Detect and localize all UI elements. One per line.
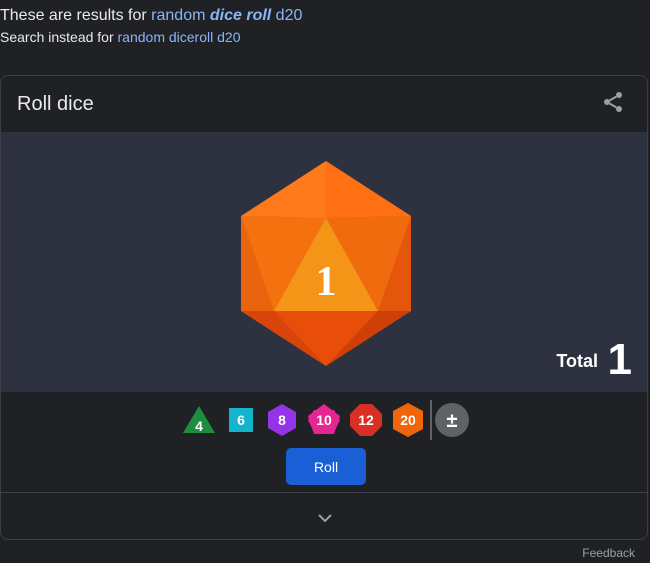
d4-button[interactable]: 4: [181, 402, 217, 438]
d6-button[interactable]: 6: [223, 402, 259, 438]
total-value: 1: [607, 335, 632, 384]
query-part-c: d20: [271, 7, 303, 24]
d20-label: 20: [400, 412, 416, 428]
showing-results-for: These are results for random dice roll d…: [0, 6, 302, 26]
dice-stage: 1 Total 1: [1, 132, 647, 392]
modifier-button[interactable]: ±: [434, 402, 470, 438]
corrected-query-link[interactable]: random dice roll d20: [151, 7, 302, 24]
total-label: Total: [556, 351, 598, 371]
dice-divider: [430, 400, 432, 440]
d8-label: 8: [278, 412, 286, 428]
share-icon[interactable]: [601, 90, 625, 114]
d20-face-value: 1: [316, 259, 337, 305]
query-part-b: dice roll: [209, 7, 272, 24]
d6-label: 6: [237, 412, 245, 428]
search-instead: Search instead for random diceroll d20: [0, 28, 240, 46]
d20-rolled-die[interactable]: 1: [239, 161, 413, 366]
modifier-label: ±: [447, 410, 458, 432]
original-query-link[interactable]: random diceroll d20: [118, 29, 241, 45]
d10-button[interactable]: 10: [306, 402, 342, 438]
feedback-link[interactable]: Feedback: [582, 546, 635, 560]
correction-prefix: These are results for: [0, 7, 152, 24]
roll-button[interactable]: Roll: [286, 448, 366, 485]
card-title: Roll dice: [17, 93, 94, 115]
dice-selector: 4 6 8 10 12 20 ±: [1, 394, 647, 444]
d12-button[interactable]: 12: [348, 402, 384, 438]
d20-button[interactable]: 20: [390, 402, 426, 438]
instead-prefix: Search instead for: [0, 29, 118, 45]
roll-dice-card: Roll dice 1 Total 1 4 6 8 10 12 20 ± Rol…: [0, 75, 648, 540]
d10-label: 10: [316, 412, 332, 428]
d8-button[interactable]: 8: [264, 402, 300, 438]
chevron-down-icon[interactable]: [313, 506, 337, 530]
d4-label: 4: [195, 418, 203, 434]
card-divider: [1, 492, 647, 493]
d12-label: 12: [358, 412, 374, 428]
query-part-a: random: [151, 7, 210, 24]
